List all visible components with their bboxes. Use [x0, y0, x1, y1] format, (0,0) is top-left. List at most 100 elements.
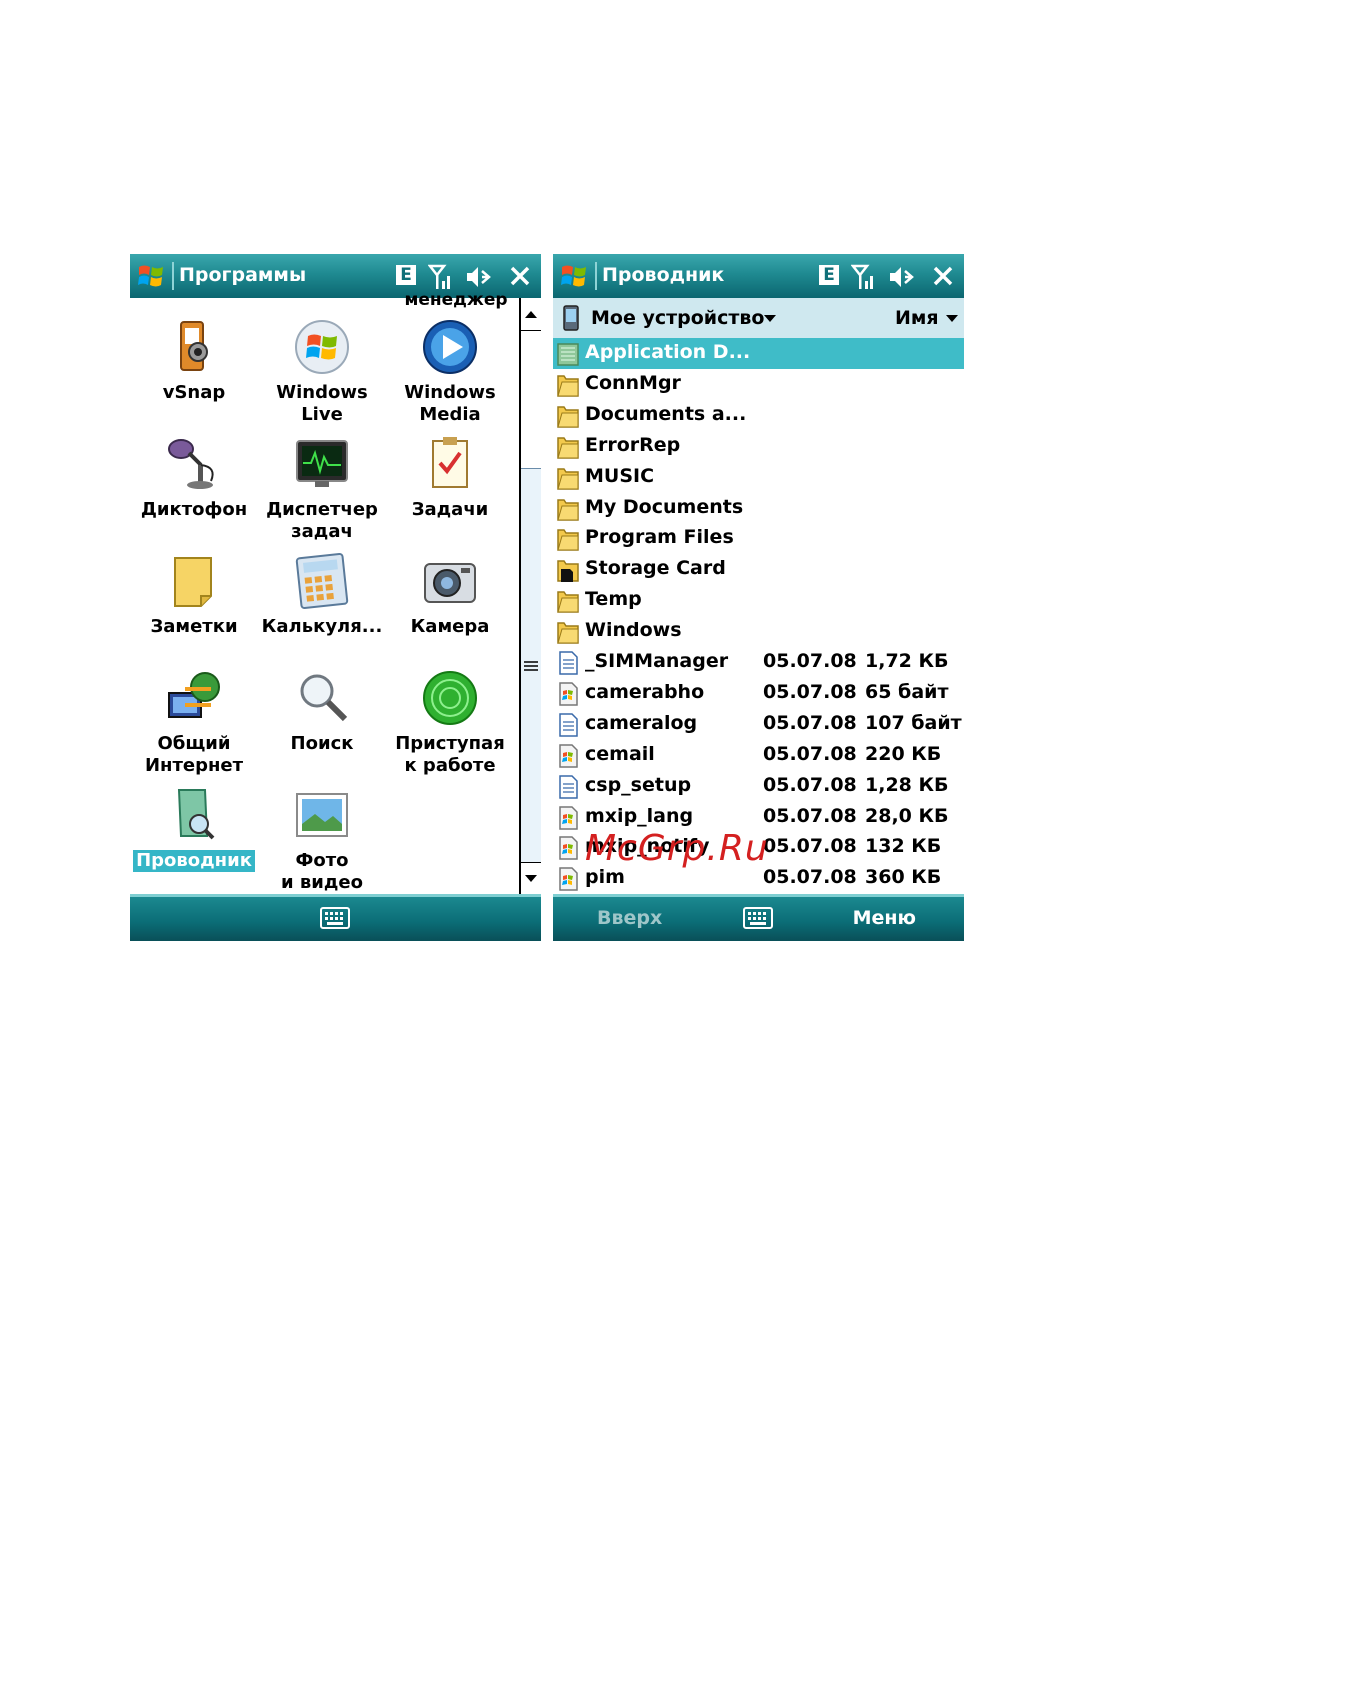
file-row[interactable]: Storage Card [553, 554, 964, 585]
file-row[interactable]: Documents a... [553, 400, 964, 431]
file-row[interactable]: cemail 05.07.08 220 КБ [553, 740, 964, 771]
file-name: camerabho [585, 680, 705, 703]
window-title: Программы [179, 264, 307, 286]
calculator-icon [295, 553, 349, 609]
file-name: mxip_lang [585, 804, 694, 827]
microphone-icon [168, 439, 214, 489]
file-name: cemail [585, 742, 655, 765]
watermark: McGrp.Ru [585, 828, 769, 869]
application-icon [559, 867, 578, 892]
application-icon [559, 743, 578, 768]
file-row[interactable]: ErrorRep [553, 431, 964, 462]
up-softkey[interactable]: Вверх [597, 907, 662, 929]
program-label: Приступая к работе [395, 733, 505, 776]
folder-icon [557, 529, 579, 552]
explorer-header: Мое устройство Имя [553, 298, 964, 338]
chevron-down-icon[interactable] [946, 315, 958, 322]
program-getting-started[interactable]: Приступая к работе [386, 669, 514, 777]
file-date: 05.07.08 [763, 804, 857, 827]
program-label: Камера [410, 616, 490, 637]
file-date: 05.07.08 [763, 773, 857, 796]
program-tasks[interactable]: Задачи [386, 435, 514, 521]
file-row[interactable]: My Documents [553, 493, 964, 524]
file-name: My Documents [585, 495, 744, 518]
document-icon [559, 713, 578, 737]
title-separator [172, 262, 174, 290]
triangle-up-icon [525, 311, 537, 318]
file-size: 1,28 КБ [865, 773, 949, 796]
file-row[interactable]: cameralog 05.07.08 107 байт [553, 709, 964, 740]
menu-softkey[interactable]: Меню [853, 907, 916, 929]
program-label: Windows Media [404, 382, 496, 425]
keyboard-icon[interactable] [320, 907, 350, 929]
program-task-manager[interactable]: Диспетчер задач [258, 435, 386, 543]
file-row[interactable]: Windows [553, 616, 964, 647]
file-name: ConnMgr [585, 371, 681, 394]
device-icon [563, 305, 579, 331]
program-explorer[interactable]: Проводник [130, 786, 258, 872]
windows-start-icon[interactable] [136, 261, 166, 291]
scroll-down-button[interactable] [521, 862, 541, 895]
file-row[interactable]: Application D... [553, 338, 964, 369]
file-date: 05.07.08 [763, 866, 857, 889]
location-dropdown[interactable]: Мое устройство [591, 307, 764, 329]
file-name: pim [585, 866, 625, 889]
title-separator [595, 262, 597, 290]
signal-icon[interactable] [851, 263, 877, 291]
speaker-muted-icon[interactable] [887, 263, 915, 291]
file-date: 05.07.08 [763, 711, 857, 734]
file-row[interactable]: Program Files [553, 523, 964, 554]
program-internet-sharing[interactable]: Общий Интернет [130, 669, 258, 777]
folder-icon [557, 591, 579, 613]
keyboard-icon[interactable] [743, 907, 773, 929]
programs-grid: менеджер vSnap Windows Live Windows Medi… [130, 290, 541, 894]
file-list: Application D... ConnMgr Documents a... Err… [553, 338, 964, 894]
file-size: 1,72 КБ [865, 650, 949, 672]
scroll-up-button[interactable] [521, 298, 541, 331]
edge-indicator-icon[interactable]: E [819, 265, 839, 285]
file-row[interactable]: ConnMgr [553, 369, 964, 400]
program-photos[interactable]: Фото и видео [258, 786, 386, 894]
file-size: 132 КБ [865, 835, 942, 858]
program-search[interactable]: Поиск [258, 669, 386, 755]
program-label: Задачи [411, 499, 489, 520]
file-row[interactable]: Temp [553, 585, 964, 616]
vertical-scrollbar[interactable] [519, 298, 541, 895]
program-calculator[interactable]: Калькуля... [258, 552, 386, 638]
program-label: Заметки [150, 616, 238, 637]
file-row[interactable]: csp_setup 05.07.08 1,28 КБ [553, 771, 964, 802]
document-icon [559, 651, 578, 675]
windows-start-icon[interactable] [559, 261, 589, 291]
document-icon [559, 774, 578, 799]
scroll-thumb[interactable] [521, 468, 541, 863]
file-date: 05.07.08 [763, 680, 857, 703]
speaker-muted-icon[interactable] [464, 263, 492, 291]
file-name: _SIMManager [585, 650, 729, 672]
file-row[interactable]: camerabho 05.07.08 65 байт [553, 678, 964, 709]
program-camera[interactable]: Камера [386, 552, 514, 638]
signal-icon[interactable] [428, 263, 454, 291]
program-vsnap[interactable]: vSnap [130, 318, 258, 404]
file-row[interactable]: _SIMManager 05.07.08 1,72 КБ [553, 647, 964, 678]
folder-icon [557, 375, 579, 397]
file-name: Documents a... [585, 402, 747, 425]
file-name: Windows [585, 619, 682, 642]
close-icon[interactable] [932, 263, 954, 289]
programs-screen: Программы E менеджер vSnap Windows Live … [130, 254, 541, 941]
chevron-down-icon[interactable] [764, 315, 776, 322]
program-windows-live[interactable]: Windows Live [258, 318, 386, 426]
vsnap-icon [180, 321, 208, 371]
folder-icon [557, 622, 579, 644]
file-size: 220 КБ [865, 742, 942, 765]
program-windows-media[interactable]: Windows Media [386, 318, 514, 426]
file-size: 107 байт [865, 711, 962, 734]
program-label: Windows Live [276, 382, 368, 425]
sort-dropdown[interactable]: Имя [895, 307, 939, 329]
program-label: Диспетчер задач [266, 499, 378, 542]
program-notes[interactable]: Заметки [130, 552, 258, 638]
file-row[interactable]: MUSIC [553, 462, 964, 493]
program-label: vSnap [162, 382, 226, 403]
edge-indicator-icon[interactable]: E [396, 265, 416, 285]
close-icon[interactable] [509, 263, 531, 289]
program-dictaphone[interactable]: Диктофон [130, 435, 258, 521]
